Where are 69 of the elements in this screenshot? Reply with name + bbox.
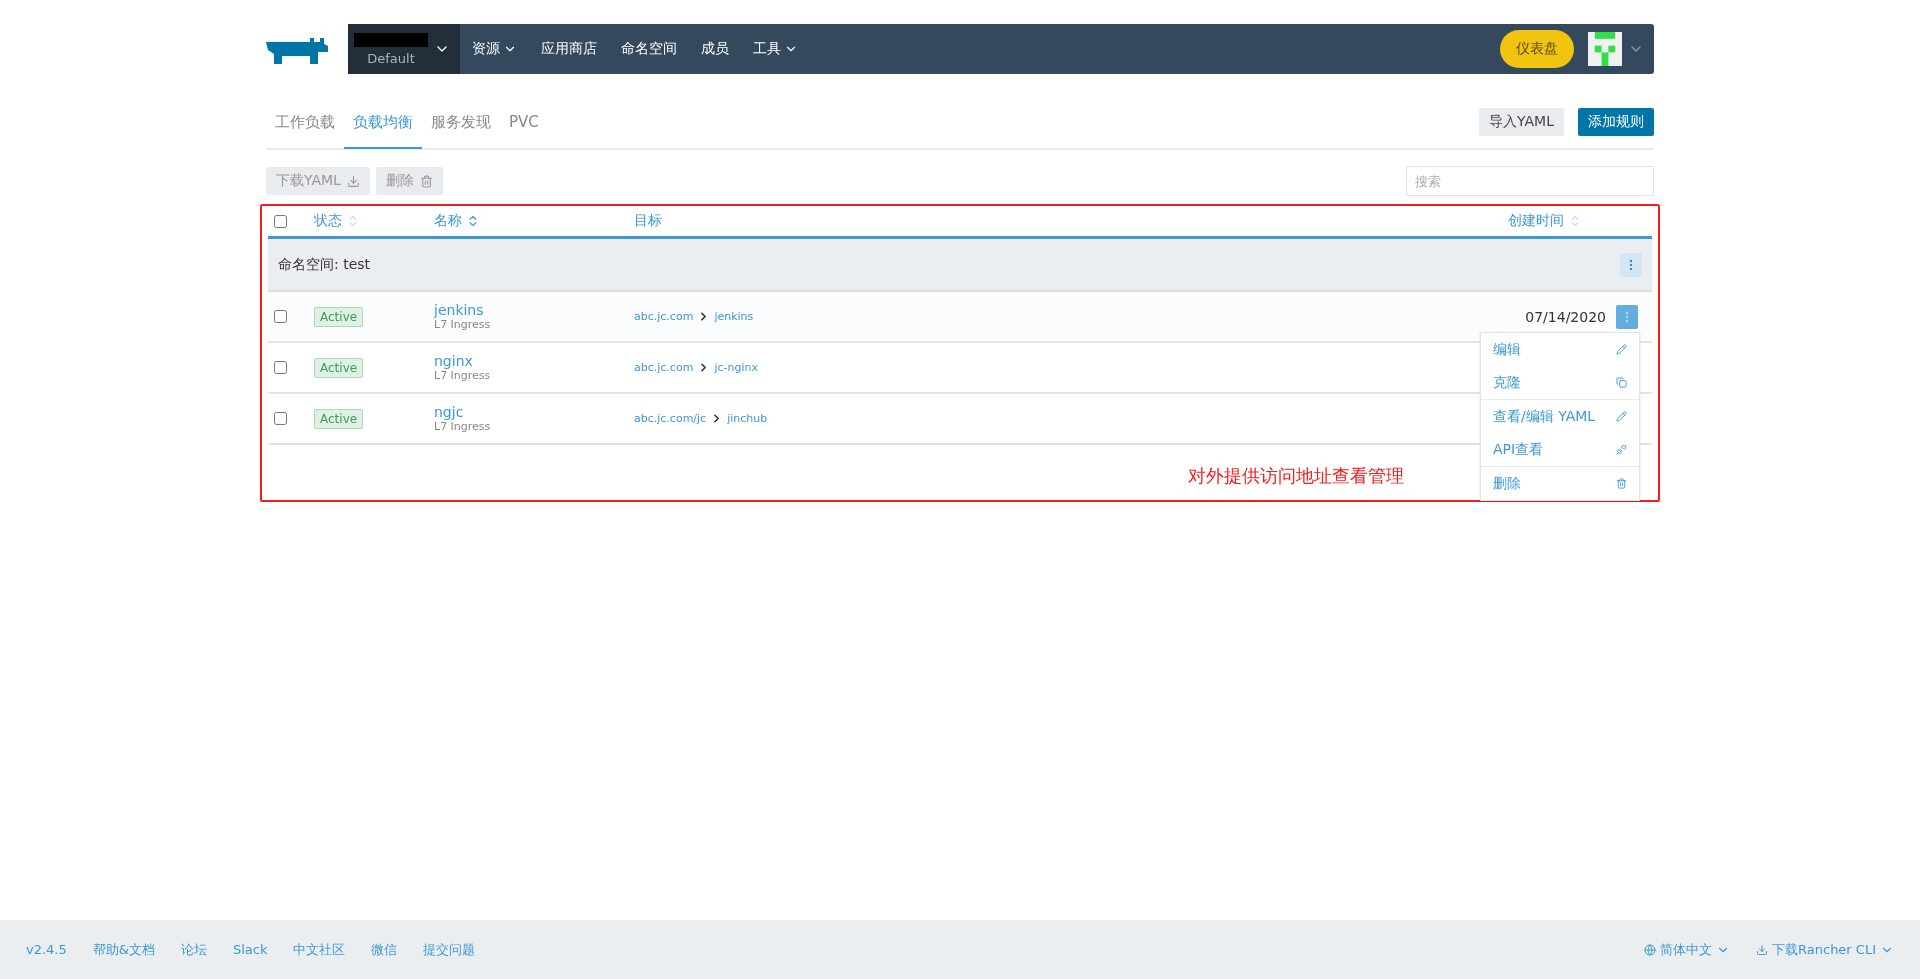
- host-link[interactable]: abc.jc.com/jc: [634, 412, 707, 425]
- column-header[interactable]: 状态: [314, 212, 434, 230]
- rule-name-link[interactable]: ngjc: [434, 404, 634, 420]
- status-badge: Active: [314, 408, 364, 429]
- tab[interactable]: 服务发现: [422, 97, 500, 149]
- trash-icon: [1616, 478, 1627, 489]
- download-icon: [346, 174, 360, 188]
- host-link[interactable]: abc.jc.com: [634, 310, 694, 323]
- column-header[interactable]: 目标: [634, 212, 1476, 230]
- column-header[interactable]: 名称: [434, 212, 634, 230]
- search-field[interactable]: 搜索: [1406, 166, 1654, 196]
- rule-type: L7 Ingress: [434, 318, 492, 331]
- menu-item[interactable]: 删除: [1481, 467, 1639, 500]
- dashboard-button[interactable]: 仪表盘: [1500, 30, 1574, 68]
- more-button[interactable]: [1616, 304, 1638, 329]
- language-selector[interactable]: 简体中文: [1644, 940, 1731, 959]
- footer-link[interactable]: 帮助&文档: [92, 940, 155, 959]
- footer-link[interactable]: 中文社区: [293, 940, 346, 959]
- cluster-name: Default: [367, 50, 415, 66]
- service-link[interactable]: jc-nginx: [714, 361, 758, 374]
- pencil-icon: [1616, 411, 1627, 422]
- add-rule-button[interactable]: 添加规则: [1578, 108, 1654, 136]
- menu-item[interactable]: 编辑: [1481, 333, 1639, 366]
- copy-icon: [1616, 377, 1627, 388]
- footer-link[interactable]: 论坛: [180, 940, 207, 959]
- menu-item[interactable]: API查看: [1481, 433, 1639, 467]
- trash-icon: [419, 174, 433, 188]
- host-link[interactable]: abc.jc.com: [634, 361, 694, 374]
- delete-button[interactable]: 删除: [375, 167, 443, 195]
- service-link[interactable]: jinchub: [727, 412, 768, 425]
- status-badge: Active: [314, 357, 364, 378]
- footer-link[interactable]: Slack: [232, 942, 268, 957]
- group-label: 命名空间: test: [278, 255, 371, 274]
- download-cli-link[interactable]: 下载Rancher CLI: [1756, 940, 1894, 959]
- plug-icon: [1616, 444, 1627, 455]
- menu-item[interactable]: 查看/编辑 YAML: [1481, 400, 1639, 433]
- cluster-selector[interactable]: Default: [348, 24, 460, 74]
- download-icon: [1756, 943, 1769, 956]
- annotation-text: 对外提供访问地址查看管理: [1188, 464, 1404, 488]
- rule-name-link[interactable]: jenkins: [434, 302, 634, 318]
- footer-link[interactable]: 微信: [371, 940, 398, 959]
- rule-type: L7 Ingress: [434, 369, 492, 382]
- footer-link[interactable]: 提交问题: [423, 940, 476, 959]
- select-all-checkbox[interactable]: [274, 214, 287, 228]
- nav-item[interactable]: 命名空间: [609, 40, 689, 58]
- row-checkbox[interactable]: [274, 412, 287, 425]
- footer-link[interactable]: v2.4.5: [26, 942, 67, 957]
- row-checkbox[interactable]: [274, 310, 287, 323]
- nav-item[interactable]: 应用商店: [529, 40, 609, 58]
- tab[interactable]: PVC: [500, 97, 548, 149]
- menu-item[interactable]: 克隆: [1481, 366, 1639, 400]
- service-link[interactable]: jenkins: [714, 310, 754, 323]
- status-badge: Active: [314, 306, 364, 327]
- download-yaml-button[interactable]: 下载YAML: [266, 167, 370, 195]
- tab[interactable]: 工作负载: [266, 97, 344, 149]
- globe-icon: [1644, 943, 1657, 956]
- rule-type: L7 Ingress: [434, 420, 492, 433]
- import-yaml-button[interactable]: 导入YAML: [1479, 108, 1564, 136]
- more-button[interactable]: [1620, 252, 1642, 277]
- pencil-icon: [1616, 344, 1627, 355]
- nav-item[interactable]: 工具: [741, 40, 810, 58]
- rule-name-link[interactable]: nginx: [434, 353, 634, 369]
- created-date: 07/14/2020: [1525, 308, 1607, 325]
- row-checkbox[interactable]: [274, 361, 287, 374]
- column-header[interactable]: 创建时间: [1476, 212, 1646, 230]
- nav-item[interactable]: 资源: [460, 40, 529, 58]
- identicon-icon: [1588, 32, 1622, 66]
- nav-item[interactable]: 成员: [689, 40, 741, 58]
- tab[interactable]: 负载均衡: [344, 97, 422, 149]
